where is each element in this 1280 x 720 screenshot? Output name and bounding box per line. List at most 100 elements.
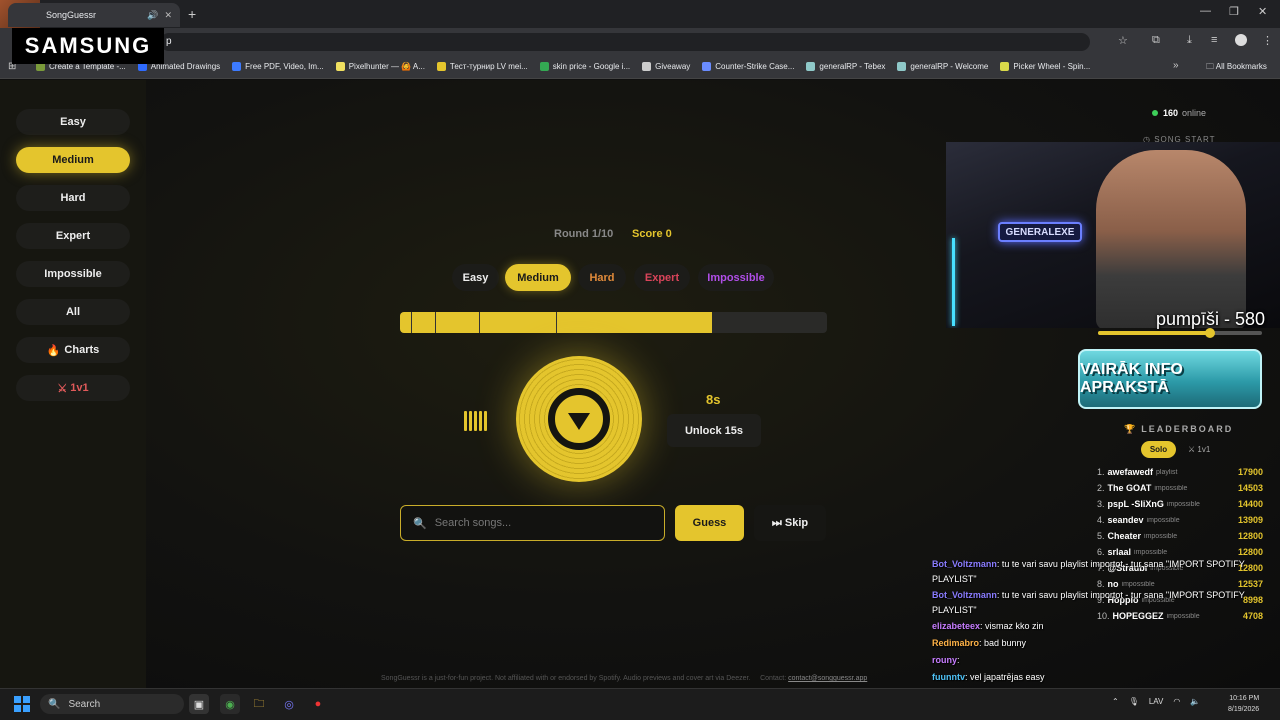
system-tray: ⌃ 🎙 LAV ◠ 🔈	[1112, 697, 1200, 706]
profile-icon[interactable]	[1235, 34, 1247, 46]
browser-tab[interactable]: SongGuessr 🔊 ✕	[8, 3, 180, 27]
close-tab-icon[interactable]: ✕	[164, 10, 172, 21]
bookmark-item[interactable]: Pixelhunter — 🙆 A...	[335, 62, 425, 71]
bookmark-item[interactable]: Giveaway	[642, 62, 690, 71]
leaderboard-rank: 5.	[1097, 531, 1105, 541]
guess-button[interactable]: Guess	[675, 505, 744, 541]
sidebar-item-impossible[interactable]: Impossible	[16, 261, 130, 287]
chat-username[interactable]: fuunntv	[932, 672, 965, 682]
bookmark-label: Giveaway	[655, 62, 691, 71]
bookmark-item[interactable]: generalRP - Welcome	[897, 62, 988, 71]
contact-email-link[interactable]: contact@songguessr.app	[788, 675, 867, 682]
difficulty-expert-button[interactable]: Expert	[634, 264, 690, 291]
bookmark-item[interactable]: generalRP - Tebex	[806, 62, 885, 71]
close-window-icon[interactable]: ✕	[1258, 5, 1267, 18]
footer-disclaimer: SongGuessr is a just-for-fun project. No…	[381, 675, 751, 682]
online-dot-icon	[1152, 110, 1158, 116]
online-indicator: 160 online	[1152, 108, 1206, 118]
difficulty-impossible-button[interactable]: Impossible	[698, 264, 774, 291]
all-bookmarks-link[interactable]: 🗀 All Bookmarks	[1206, 61, 1267, 75]
difficulty-hard-button[interactable]: Hard	[578, 264, 626, 291]
leaderboard-score: 14503	[1237, 483, 1263, 493]
sidebar-item-label: Easy	[60, 116, 86, 128]
taskbar-search-label: Search	[68, 698, 101, 710]
sidebar-item-hard[interactable]: Hard	[16, 185, 130, 211]
bookmark-favicon-icon	[642, 62, 652, 71]
taskbar-search[interactable]: 🔍 Search	[40, 694, 184, 714]
leaderboard-name: The GOAT	[1107, 483, 1152, 493]
leaderboard-rank: 1.	[1097, 467, 1105, 477]
download-icon[interactable]: ⤓	[1187, 34, 1192, 47]
sidebar-item-label: Hard	[60, 192, 86, 204]
online-count: 160	[1163, 108, 1179, 118]
minimize-icon[interactable]: —	[1200, 5, 1211, 17]
difficulty-medium-button[interactable]: Medium	[505, 264, 571, 291]
media-icon[interactable]: ≡	[1211, 34, 1217, 46]
tray-chevron-icon[interactable]: ⌃	[1112, 697, 1119, 706]
microphone-icon[interactable]: 🎙	[1129, 697, 1139, 706]
chat-message: fuunntv: vel japatrējas easy	[932, 670, 1262, 685]
footer-contact-label: Contact:	[760, 675, 787, 682]
extensions-icon[interactable]: ⧉	[1152, 34, 1160, 47]
unlock-button[interactable]: Unlock 15s	[667, 414, 761, 447]
play-button[interactable]	[548, 388, 610, 450]
chat-username[interactable]: Redimabro	[932, 638, 979, 648]
bookmark-item[interactable]: Picker Wheel - Spin...	[1000, 62, 1090, 71]
maximize-icon[interactable]: ❐	[1229, 5, 1239, 18]
search-icon: 🔍	[413, 517, 427, 530]
bookmark-item[interactable]: Free PDF, Video, Im...	[232, 62, 324, 71]
wifi-icon[interactable]: ◠	[1173, 697, 1180, 706]
sidebar-item-all[interactable]: All	[16, 299, 130, 325]
speaker-icon[interactable]: 🔊	[147, 10, 158, 21]
bookmark-item[interactable]: Counter-Strike Case...	[702, 62, 794, 71]
windows-start-icon[interactable]	[14, 696, 30, 712]
language-indicator[interactable]: LAV	[1149, 697, 1164, 706]
song-search-input[interactable]	[434, 517, 645, 529]
bookmark-label: Picker Wheel - Spin...	[1013, 62, 1091, 71]
bookmark-favicon-icon	[806, 62, 816, 71]
song-search-box[interactable]: 🔍	[400, 505, 665, 541]
sidebar-item-label: Medium	[52, 154, 94, 166]
file-explorer-icon[interactable]: 🗀	[249, 694, 269, 714]
leaderboard-name: pspL -SliXnG	[1107, 499, 1164, 509]
sidebar-item-1v1[interactable]: ⚔ 1v1	[16, 375, 130, 401]
sidebar-item-charts[interactable]: 🔥 Charts	[16, 337, 130, 363]
sidebar-item-expert[interactable]: Expert	[16, 223, 130, 249]
chat-username[interactable]: rouny	[932, 655, 957, 665]
difficulty-easy-button[interactable]: Easy	[452, 264, 499, 291]
bookmark-favicon-icon	[436, 62, 446, 71]
menu-icon[interactable]: ⋮	[1262, 34, 1273, 47]
leaderboard-tab-1v1[interactable]: ⚔ 1v1	[1188, 441, 1210, 458]
chrome-icon[interactable]: ◉	[220, 694, 240, 714]
play-icon	[568, 412, 590, 430]
leaderboard-tab-solo[interactable]: Solo	[1141, 441, 1176, 458]
streamer-figure	[1096, 150, 1246, 328]
chat-message: elizabeteex: vismaz kko zin	[932, 619, 1262, 634]
difficulty-label: Hard	[589, 271, 615, 284]
chat-username[interactable]: Bot_Voltzmann	[932, 590, 997, 600]
sidebar-item-easy[interactable]: Easy	[16, 109, 130, 135]
difficulty-label: Impossible	[707, 271, 765, 284]
app-icon[interactable]: ●	[308, 694, 328, 714]
bookmark-item[interactable]: skin price - Google i...	[539, 62, 630, 71]
all-bookmarks-label: All Bookmarks	[1215, 62, 1267, 71]
bookmark-item[interactable]: Тест-турнир LV mei...	[436, 62, 528, 71]
url-field[interactable]: p	[160, 33, 1090, 51]
taskbar-clock[interactable]: 10:16 PM 8/19/2026	[1228, 693, 1259, 715]
discord-icon[interactable]: ◎	[279, 694, 299, 714]
sidebar-item-medium[interactable]: Medium	[16, 147, 130, 173]
skip-button[interactable]: ⏭ Skip	[754, 505, 826, 541]
leaderboard-rank: 2.	[1097, 483, 1105, 493]
progress-segment-divider	[435, 312, 436, 333]
task-view-icon[interactable]: ▣	[189, 694, 209, 714]
visualizer-bar	[484, 411, 487, 431]
progress-segment-divider	[479, 312, 480, 333]
volume-icon[interactable]: 🔈	[1190, 697, 1200, 706]
star-icon[interactable]: ☆	[1118, 34, 1128, 47]
chat-username[interactable]: elizabeteex	[932, 621, 980, 631]
chat-username[interactable]: Bot_Voltzmann	[932, 559, 997, 569]
trophy-icon: 🏆	[1124, 424, 1138, 434]
leaderboard-score: 12800	[1237, 547, 1263, 557]
chevron-right-icon[interactable]: »	[1173, 60, 1179, 71]
new-tab-button[interactable]: +	[188, 6, 196, 22]
